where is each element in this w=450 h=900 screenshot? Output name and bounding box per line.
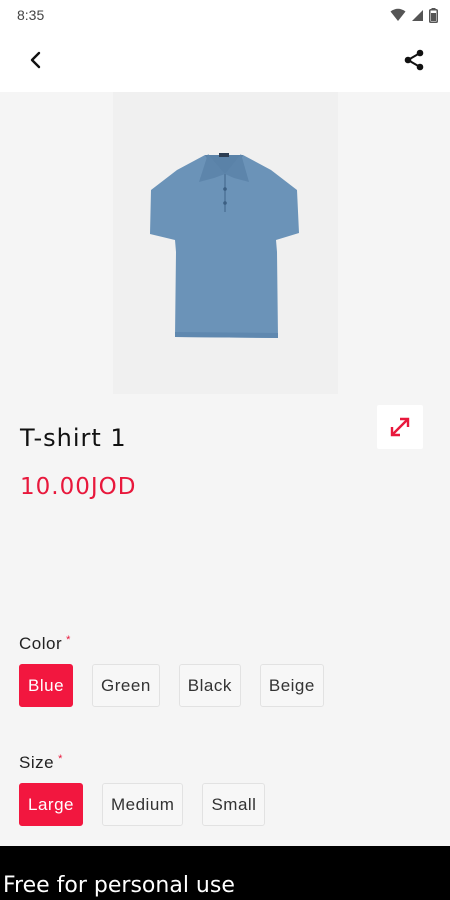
- size-option-label: Size *: [19, 753, 63, 773]
- back-button[interactable]: [16, 40, 56, 80]
- app-bar: [0, 30, 450, 92]
- size-chip-small[interactable]: Small: [202, 783, 266, 826]
- color-chip-blue[interactable]: Blue: [19, 664, 74, 707]
- signal-icon: [412, 9, 423, 21]
- product-image[interactable]: [113, 92, 338, 394]
- color-option-label: Color *: [19, 634, 71, 654]
- size-options: Large Medium Small: [19, 783, 266, 826]
- status-bar: 8:35: [0, 0, 450, 30]
- required-mark: *: [66, 634, 71, 646]
- color-options: Blue Green Black Beige: [19, 664, 324, 707]
- product-title: T-shirt 1: [20, 424, 127, 452]
- status-time: 8:35: [17, 7, 45, 23]
- size-chip-large[interactable]: Large: [19, 783, 83, 826]
- size-label-text: Size: [19, 753, 55, 772]
- expand-diagonal-icon: [390, 417, 410, 437]
- color-chip-beige[interactable]: Beige: [259, 664, 324, 707]
- chevron-left-icon: [30, 51, 41, 69]
- color-label-text: Color: [19, 634, 63, 653]
- status-icons: [390, 7, 438, 23]
- required-mark: *: [58, 753, 63, 765]
- polo-shirt-image: [150, 153, 299, 338]
- color-chip-green[interactable]: Green: [92, 664, 160, 707]
- share-button[interactable]: [394, 40, 434, 80]
- product-price: 10.00JOD: [20, 474, 137, 500]
- size-chip-medium[interactable]: Medium: [101, 783, 184, 826]
- color-chip-black[interactable]: Black: [178, 664, 241, 707]
- product-image-area: [0, 92, 450, 449]
- share-icon: [404, 49, 424, 71]
- wifi-icon: [390, 8, 406, 21]
- battery-icon: [429, 7, 438, 23]
- footer-watermark-banner: Free for personal use: [0, 846, 450, 900]
- expand-image-button[interactable]: [377, 405, 423, 449]
